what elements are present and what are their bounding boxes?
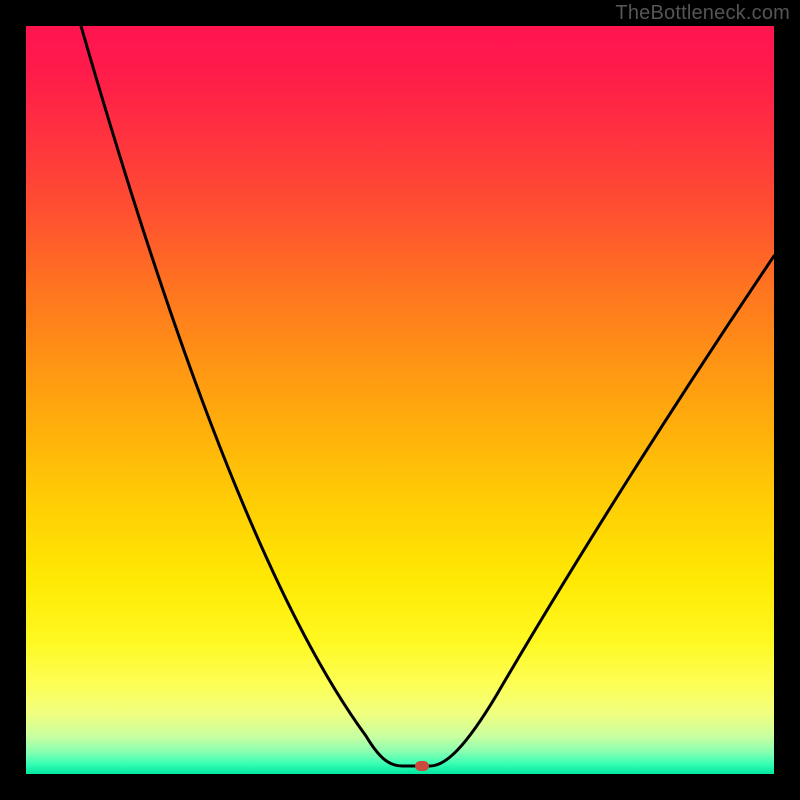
chart-frame: TheBottleneck.com	[0, 0, 800, 800]
plot-area	[26, 26, 774, 774]
optimal-point-marker	[415, 761, 429, 771]
bottleneck-curve	[26, 26, 774, 774]
curve-path	[81, 26, 774, 766]
watermark-text: TheBottleneck.com	[615, 2, 790, 25]
